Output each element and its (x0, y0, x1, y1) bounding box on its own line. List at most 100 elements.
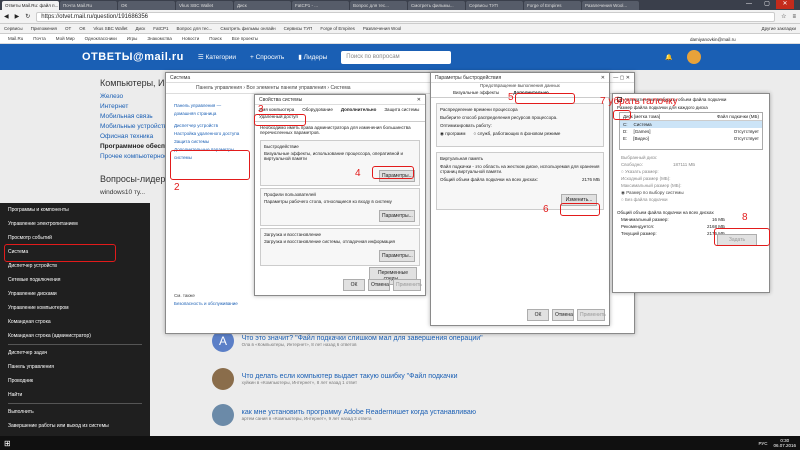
start-menu-item[interactable]: Выполнить (0, 405, 150, 419)
disk-list[interactable]: Диск [метка тома] Файл подкачки (МБ) C: Си… (619, 112, 763, 150)
bookmark-item[interactable]: Приложения (31, 26, 57, 31)
radio-services[interactable]: ○ служб, работающих в фоновом режиме (473, 131, 560, 137)
cp-link[interactable]: Защита системы (174, 138, 243, 146)
question-title[interactable]: Что делать если компьютер выдает такую о… (242, 373, 458, 380)
bookmark-item[interactable]: Диск (135, 26, 145, 31)
start-menu-item[interactable]: Командная строка (администратор) (0, 329, 150, 343)
other-bookmarks[interactable]: Другие закладки (762, 26, 796, 31)
radio-custom[interactable]: ○ Указать размер: (621, 168, 761, 175)
browser-tab[interactable]: Ответы Mail.Ru: файл п... (2, 1, 59, 10)
disk-row[interactable]: D: [Games] Отсутствует (620, 128, 762, 135)
portal-link[interactable]: Почта (33, 36, 46, 41)
bookmark-item[interactable]: Развлечения Wool (363, 26, 401, 31)
disk-row[interactable]: E: [Видео] Отсутствует (620, 135, 762, 142)
start-icon[interactable]: ⊞ (4, 439, 11, 448)
start-menu-item[interactable]: Панель управления (0, 360, 150, 374)
star-icon[interactable]: ☆ (781, 13, 786, 20)
browser-tab[interactable]: Вопрос для тес... (350, 1, 407, 10)
url-input[interactable]: https://otvet.mail.ru/question/191686356 (36, 11, 776, 22)
bookmark-item[interactable]: Сервисы (4, 26, 23, 31)
browser-tab[interactable]: Vkus SBC Wallet (176, 1, 233, 10)
bookmark-item[interactable]: ОТ (65, 26, 71, 31)
radio-programs[interactable]: ◉ программ (440, 131, 465, 137)
portal-link[interactable]: Все проекты (232, 36, 258, 41)
cp-link[interactable]: Диспетчер устройств (174, 122, 243, 130)
start-menu-item[interactable]: Завершение работы или выход из системы (0, 419, 150, 433)
clock-date[interactable]: 06.07.2016 (773, 443, 796, 448)
radio-system[interactable]: ◉ Размер по выбору системы (621, 189, 761, 196)
cp-link[interactable]: Безопасность и обслуживание (174, 300, 243, 308)
notification-icon[interactable]: 🔔 (665, 54, 672, 61)
portal-link[interactable]: Новости (182, 36, 199, 41)
start-menu-item[interactable]: Командная строка (0, 315, 150, 329)
start-menu-item[interactable]: Управление электропитанием (0, 217, 150, 231)
close-icon[interactable]: ✕ (601, 75, 605, 81)
browser-tab[interactable]: ОК (118, 1, 175, 10)
start-menu-item[interactable]: Управление компьютером (0, 301, 150, 315)
start-menu-item[interactable]: Управление дисками (0, 287, 150, 301)
bookmark-item[interactable]: Forge of Empires (320, 26, 355, 31)
portal-link[interactable]: Одноклассники (85, 36, 117, 41)
apply-button[interactable]: Применить (577, 309, 606, 321)
start-menu-item[interactable]: Диспетчер задач (0, 346, 150, 360)
tab-visual-effects[interactable]: Визуальные эффекты (453, 90, 499, 95)
bookmark-item[interactable]: ОК (79, 26, 85, 31)
browser-tab[interactable]: Смотреть фильмы... (408, 1, 465, 10)
startup-params-button[interactable]: Параметры... (379, 250, 415, 262)
tab-advanced[interactable]: Дополнительно (341, 107, 377, 112)
start-menu-item[interactable]: Программы и компоненты (0, 203, 150, 217)
window-controls[interactable]: — ▢ ✕ (613, 75, 630, 81)
leaders-button[interactable]: ▮ Лидеры (298, 53, 327, 61)
tab-computer-name[interactable]: Имя компьютера (259, 107, 294, 112)
reload-icon[interactable]: ↻ (25, 13, 30, 20)
browser-tab[interactable]: Диск (234, 1, 291, 10)
tab-hardware[interactable]: Оборудование (302, 107, 333, 112)
apply-button[interactable]: Применить (393, 279, 422, 291)
forward-icon[interactable]: ▶ (15, 13, 20, 20)
avatar[interactable] (686, 50, 701, 64)
question-title[interactable]: Что это значит? "Файл подкачки слишком м… (242, 335, 483, 342)
minimize-button[interactable]: — (740, 0, 758, 9)
question-item[interactable]: как мне установить программу Adobe Reade… (212, 404, 682, 440)
browser-tab[interactable]: FatCP1 - ... (292, 1, 349, 10)
ok-button[interactable]: ОК (343, 279, 365, 291)
bookmark-item[interactable]: Смотреть фильмы онлайн (220, 26, 275, 31)
browser-tab[interactable]: Развлечения Wool... (582, 1, 639, 10)
start-menu-item[interactable]: Проводник (0, 374, 150, 388)
bookmark-item[interactable]: FatCP1 (153, 26, 168, 31)
menu-icon[interactable]: ≡ (792, 14, 796, 20)
cp-home-link[interactable]: Панель управления — домашняя страница (174, 102, 243, 118)
maximize-button[interactable]: ▢ (758, 0, 776, 9)
browser-tab[interactable]: Forge of Empires (524, 1, 581, 10)
language-indicator[interactable]: РУС (758, 441, 767, 446)
start-menu-item[interactable]: Сетевые подключения (0, 273, 150, 287)
user-email[interactable]: damiyanovkin@mail.ru (690, 37, 736, 42)
portal-link[interactable]: Знакомства (147, 36, 171, 41)
cancel-button[interactable]: Отмена (552, 309, 574, 321)
ask-button[interactable]: + Спросить (250, 54, 284, 61)
question-item[interactable]: A Что это значит? "Файл подкачки слишком… (212, 330, 682, 366)
start-menu-item[interactable]: Просмотр событий (0, 231, 150, 245)
question-item[interactable]: Что делать если компьютер выдает такую о… (212, 368, 682, 404)
back-icon[interactable]: ◀ (4, 13, 9, 20)
question-title[interactable]: как мне установить программу Adobe Reade… (242, 409, 476, 416)
disk-row[interactable]: C: Система (620, 121, 762, 128)
bookmark-item[interactable]: Vkus SBC Wallet (93, 26, 127, 31)
cp-link[interactable]: Настройка удаленного доступа (174, 130, 243, 138)
cancel-button[interactable]: Отмена (368, 279, 390, 291)
portal-link[interactable]: Mail.Ru (8, 36, 23, 41)
portal-link[interactable]: Поиск (209, 36, 221, 41)
otvet-logo[interactable]: ОТВЕТЫ@mail.ru (82, 51, 184, 63)
portal-link[interactable]: Мой Мир (56, 36, 75, 41)
categories-button[interactable]: ☰ Категории (198, 53, 236, 61)
tab-protection[interactable]: Защита системы (384, 107, 419, 112)
start-menu-item[interactable]: Найти (0, 388, 150, 402)
close-button[interactable]: ✕ (776, 0, 794, 9)
browser-tab[interactable]: Почта Mail.Ru (60, 1, 117, 10)
profiles-params-button[interactable]: Параметры... (379, 210, 415, 222)
bookmark-item[interactable]: Сервисы ТУП (284, 26, 313, 31)
browser-tab[interactable]: Сервисы ТУП (466, 1, 523, 10)
ok-button[interactable]: ОК (527, 309, 549, 321)
portal-link[interactable]: Игры (127, 36, 138, 41)
close-icon[interactable]: ✕ (417, 97, 421, 103)
